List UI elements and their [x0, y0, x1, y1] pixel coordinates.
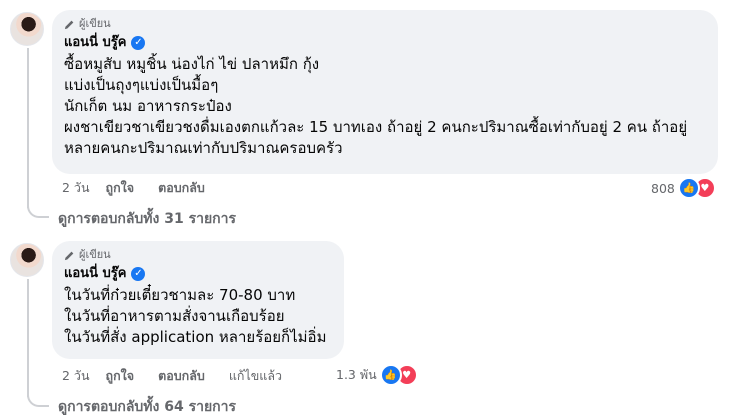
comment-line: ผงชาเขียวชาเขียวชงดื่มเองตกแก้วละ 15 บาท… — [64, 118, 688, 136]
verified-badge-icon: ✓ — [131, 267, 146, 281]
verified-badge-icon: ✓ — [131, 36, 146, 50]
comment-line: ในวันที่สั่ง application หลายร้อยก็ไม่อิ… — [64, 328, 327, 346]
comment-timestamp[interactable]: 2 วัน — [62, 178, 90, 198]
reaction-summary[interactable]: 808 👍 ♥ — [651, 177, 716, 199]
comment-actions: 2 วัน ถูกใจ ตอบกลับ — [62, 180, 229, 196]
view-replies-link[interactable]: ดูการตอบกลับทั้ง 31 รายการ — [58, 210, 236, 228]
author-name-text[interactable]: แอนนี่ บรู๊ค — [64, 35, 126, 51]
reaction-icons: 👍 ♥ — [677, 177, 716, 199]
author-name-text[interactable]: แอนนี่ บรู๊ค — [64, 266, 126, 282]
author-name[interactable]: แอนนี่ บรู๊ค ✓ — [64, 35, 706, 51]
author-badge: ผู้เขียน — [64, 17, 706, 31]
comment-bubble: ผู้เขียน แอนนี่ บรู๊ค ✓ ในวันที่ก๋วยเตี๋… — [52, 241, 344, 359]
comment-line: ซื้อหมูสับ หมูชิ้น น่องไก่ ไข่ ปลาหมึก ก… — [64, 55, 320, 73]
reply-button[interactable]: ตอบกลับ — [158, 366, 205, 386]
edited-label[interactable]: แก้ไขแล้ว — [229, 366, 282, 386]
comment-text: ซื้อหมูสับ หมูชิ้น น่องไก่ ไข่ ปลาหมึก ก… — [64, 54, 706, 159]
reply-button[interactable]: ตอบกลับ — [158, 178, 205, 198]
view-replies-link[interactable]: ดูการตอบกลับทั้ง 64 รายการ — [58, 398, 236, 416]
reaction-count[interactable]: 1.3 พัน — [336, 365, 377, 385]
thread-curve — [27, 204, 49, 218]
reaction-icons: 👍 ♥ — [379, 364, 418, 386]
comment-text: ในวันที่ก๋วยเตี๋ยวชามละ 70-80 บาท ในวันท… — [64, 285, 332, 348]
reaction-count[interactable]: 808 — [651, 181, 675, 196]
author-badge-label: ผู้เขียน — [79, 248, 111, 261]
like-button[interactable]: ถูกใจ — [106, 178, 135, 198]
comment-actions: 2 วัน ถูกใจ ตอบกลับ แก้ไขแล้ว — [62, 368, 306, 384]
comment-timestamp[interactable]: 2 วัน — [62, 366, 90, 386]
comment-line: แบ่งเป็นถุงๆแบ่งเป็นมื้อๆ — [64, 76, 219, 94]
thread-line — [27, 48, 29, 208]
thread-curve — [27, 393, 49, 407]
like-reaction-icon: 👍 — [677, 177, 700, 199]
pencil-icon — [64, 251, 74, 260]
avatar[interactable] — [10, 12, 44, 46]
like-button[interactable]: ถูกใจ — [106, 366, 135, 386]
thread-line — [27, 279, 29, 397]
comment-bubble: ผู้เขียน แอนนี่ บรู๊ค ✓ ซื้อหมูสับ หมูชิ… — [52, 10, 718, 174]
pencil-icon — [64, 20, 74, 29]
like-reaction-icon: 👍 — [379, 364, 402, 386]
comment-line: ในวันที่ก๋วยเตี๋ยวชามละ 70-80 บาท — [64, 286, 296, 304]
avatar[interactable] — [10, 243, 44, 277]
comment-line: นักเก็ต นม อาหารกระป๋อง — [64, 97, 232, 115]
author-name[interactable]: แอนนี่ บรู๊ค ✓ — [64, 266, 332, 282]
reaction-summary[interactable]: 1.3 พัน 👍 ♥ — [336, 364, 418, 386]
comment-line: ในวันที่อาหารตามสั่งจานเกือบร้อย — [64, 307, 285, 325]
comment-line: หลายคนกะปริมาณเท่ากับปริมาณครอบครัว — [64, 139, 343, 157]
author-badge: ผู้เขียน — [64, 248, 332, 262]
author-badge-label: ผู้เขียน — [79, 17, 111, 30]
